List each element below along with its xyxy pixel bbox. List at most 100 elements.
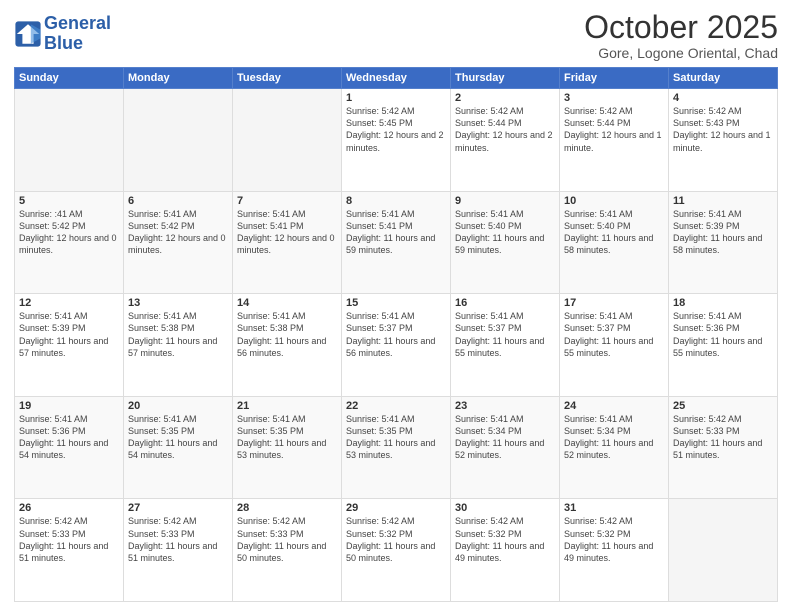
day-number: 1 — [346, 92, 446, 104]
calendar-body: 1Sunrise: 5:42 AMSunset: 5:45 PMDaylight… — [15, 89, 778, 602]
day-number: 19 — [19, 400, 119, 412]
day-info: Sunrise: 5:41 AMSunset: 5:36 PMDaylight:… — [19, 413, 119, 462]
day-info: Sunrise: 5:41 AMSunset: 5:38 PMDaylight:… — [128, 310, 228, 359]
calendar-cell: 29Sunrise: 5:42 AMSunset: 5:32 PMDayligh… — [342, 499, 451, 602]
day-number: 3 — [564, 92, 664, 104]
day-info: Sunrise: 5:41 AMSunset: 5:37 PMDaylight:… — [564, 310, 664, 359]
calendar-table: SundayMondayTuesdayWednesdayThursdayFrid… — [14, 67, 778, 602]
day-number: 16 — [455, 297, 555, 309]
calendar-cell: 24Sunrise: 5:41 AMSunset: 5:34 PMDayligh… — [560, 396, 669, 499]
day-number: 15 — [346, 297, 446, 309]
calendar-cell: 8Sunrise: 5:41 AMSunset: 5:41 PMDaylight… — [342, 191, 451, 294]
day-info: Sunrise: 5:42 AMSunset: 5:44 PMDaylight:… — [564, 105, 664, 154]
calendar-cell: 22Sunrise: 5:41 AMSunset: 5:35 PMDayligh… — [342, 396, 451, 499]
day-number: 20 — [128, 400, 228, 412]
day-info: Sunrise: 5:42 AMSunset: 5:32 PMDaylight:… — [455, 515, 555, 564]
calendar-cell — [124, 89, 233, 192]
calendar-cell: 20Sunrise: 5:41 AMSunset: 5:35 PMDayligh… — [124, 396, 233, 499]
day-number: 21 — [237, 400, 337, 412]
location-title: Gore, Logone Oriental, Chad — [584, 45, 778, 61]
calendar-cell: 10Sunrise: 5:41 AMSunset: 5:40 PMDayligh… — [560, 191, 669, 294]
page: General Blue October 2025 Gore, Logone O… — [0, 0, 792, 612]
calendar-cell — [15, 89, 124, 192]
calendar-week-1: 1Sunrise: 5:42 AMSunset: 5:45 PMDaylight… — [15, 89, 778, 192]
day-number: 24 — [564, 400, 664, 412]
day-info: Sunrise: 5:42 AMSunset: 5:45 PMDaylight:… — [346, 105, 446, 154]
day-number: 8 — [346, 195, 446, 207]
day-number: 31 — [564, 502, 664, 514]
day-info: Sunrise: 5:41 AMSunset: 5:35 PMDaylight:… — [346, 413, 446, 462]
day-number: 23 — [455, 400, 555, 412]
calendar-cell: 16Sunrise: 5:41 AMSunset: 5:37 PMDayligh… — [451, 294, 560, 397]
day-info: Sunrise: 5:41 AMSunset: 5:40 PMDaylight:… — [455, 208, 555, 257]
calendar-cell: 5Sunrise: :41 AMSunset: 5:42 PMDaylight:… — [15, 191, 124, 294]
calendar-cell: 23Sunrise: 5:41 AMSunset: 5:34 PMDayligh… — [451, 396, 560, 499]
day-info: Sunrise: 5:41 AMSunset: 5:41 PMDaylight:… — [346, 208, 446, 257]
calendar-cell: 19Sunrise: 5:41 AMSunset: 5:36 PMDayligh… — [15, 396, 124, 499]
day-number: 9 — [455, 195, 555, 207]
calendar-cell: 27Sunrise: 5:42 AMSunset: 5:33 PMDayligh… — [124, 499, 233, 602]
day-number: 10 — [564, 195, 664, 207]
day-number: 11 — [673, 195, 773, 207]
day-info: Sunrise: 5:41 AMSunset: 5:34 PMDaylight:… — [455, 413, 555, 462]
calendar-week-5: 26Sunrise: 5:42 AMSunset: 5:33 PMDayligh… — [15, 499, 778, 602]
logo-line2: Blue — [44, 34, 111, 54]
calendar-header: SundayMondayTuesdayWednesdayThursdayFrid… — [15, 68, 778, 89]
day-number: 5 — [19, 195, 119, 207]
day-info: Sunrise: 5:41 AMSunset: 5:35 PMDaylight:… — [128, 413, 228, 462]
day-info: Sunrise: 5:41 AMSunset: 5:42 PMDaylight:… — [128, 208, 228, 257]
weekday-sunday: Sunday — [15, 68, 124, 89]
calendar-cell: 21Sunrise: 5:41 AMSunset: 5:35 PMDayligh… — [233, 396, 342, 499]
day-info: Sunrise: 5:41 AMSunset: 5:39 PMDaylight:… — [673, 208, 773, 257]
calendar-cell: 2Sunrise: 5:42 AMSunset: 5:44 PMDaylight… — [451, 89, 560, 192]
weekday-header-row: SundayMondayTuesdayWednesdayThursdayFrid… — [15, 68, 778, 89]
day-number: 27 — [128, 502, 228, 514]
calendar-cell: 6Sunrise: 5:41 AMSunset: 5:42 PMDaylight… — [124, 191, 233, 294]
calendar-cell: 28Sunrise: 5:42 AMSunset: 5:33 PMDayligh… — [233, 499, 342, 602]
calendar-cell: 14Sunrise: 5:41 AMSunset: 5:38 PMDayligh… — [233, 294, 342, 397]
day-number: 2 — [455, 92, 555, 104]
weekday-wednesday: Wednesday — [342, 68, 451, 89]
calendar-cell: 12Sunrise: 5:41 AMSunset: 5:39 PMDayligh… — [15, 294, 124, 397]
calendar-cell: 11Sunrise: 5:41 AMSunset: 5:39 PMDayligh… — [669, 191, 778, 294]
day-info: Sunrise: 5:41 AMSunset: 5:40 PMDaylight:… — [564, 208, 664, 257]
day-number: 6 — [128, 195, 228, 207]
day-info: Sunrise: 5:41 AMSunset: 5:39 PMDaylight:… — [19, 310, 119, 359]
day-number: 29 — [346, 502, 446, 514]
day-number: 18 — [673, 297, 773, 309]
title-block: October 2025 Gore, Logone Oriental, Chad — [584, 10, 778, 61]
calendar-cell — [669, 499, 778, 602]
day-number: 28 — [237, 502, 337, 514]
calendar-week-2: 5Sunrise: :41 AMSunset: 5:42 PMDaylight:… — [15, 191, 778, 294]
day-number: 7 — [237, 195, 337, 207]
calendar-cell: 1Sunrise: 5:42 AMSunset: 5:45 PMDaylight… — [342, 89, 451, 192]
weekday-friday: Friday — [560, 68, 669, 89]
day-info: Sunrise: 5:42 AMSunset: 5:32 PMDaylight:… — [564, 515, 664, 564]
day-info: Sunrise: 5:41 AMSunset: 5:34 PMDaylight:… — [564, 413, 664, 462]
weekday-monday: Monday — [124, 68, 233, 89]
calendar-week-3: 12Sunrise: 5:41 AMSunset: 5:39 PMDayligh… — [15, 294, 778, 397]
logo: General Blue — [14, 14, 111, 54]
calendar-cell: 26Sunrise: 5:42 AMSunset: 5:33 PMDayligh… — [15, 499, 124, 602]
calendar-cell: 25Sunrise: 5:42 AMSunset: 5:33 PMDayligh… — [669, 396, 778, 499]
calendar-cell — [233, 89, 342, 192]
day-info: Sunrise: 5:41 AMSunset: 5:37 PMDaylight:… — [455, 310, 555, 359]
weekday-saturday: Saturday — [669, 68, 778, 89]
day-number: 14 — [237, 297, 337, 309]
day-info: Sunrise: 5:42 AMSunset: 5:32 PMDaylight:… — [346, 515, 446, 564]
calendar-cell: 17Sunrise: 5:41 AMSunset: 5:37 PMDayligh… — [560, 294, 669, 397]
day-number: 13 — [128, 297, 228, 309]
day-number: 30 — [455, 502, 555, 514]
day-info: Sunrise: 5:42 AMSunset: 5:33 PMDaylight:… — [237, 515, 337, 564]
day-info: Sunrise: 5:42 AMSunset: 5:33 PMDaylight:… — [673, 413, 773, 462]
calendar-cell: 13Sunrise: 5:41 AMSunset: 5:38 PMDayligh… — [124, 294, 233, 397]
day-number: 22 — [346, 400, 446, 412]
calendar-cell: 9Sunrise: 5:41 AMSunset: 5:40 PMDaylight… — [451, 191, 560, 294]
calendar-cell: 4Sunrise: 5:42 AMSunset: 5:43 PMDaylight… — [669, 89, 778, 192]
day-number: 26 — [19, 502, 119, 514]
day-info: Sunrise: 5:41 AMSunset: 5:38 PMDaylight:… — [237, 310, 337, 359]
logo-icon — [14, 20, 42, 48]
day-info: Sunrise: 5:42 AMSunset: 5:44 PMDaylight:… — [455, 105, 555, 154]
day-number: 4 — [673, 92, 773, 104]
day-info: Sunrise: 5:42 AMSunset: 5:33 PMDaylight:… — [19, 515, 119, 564]
